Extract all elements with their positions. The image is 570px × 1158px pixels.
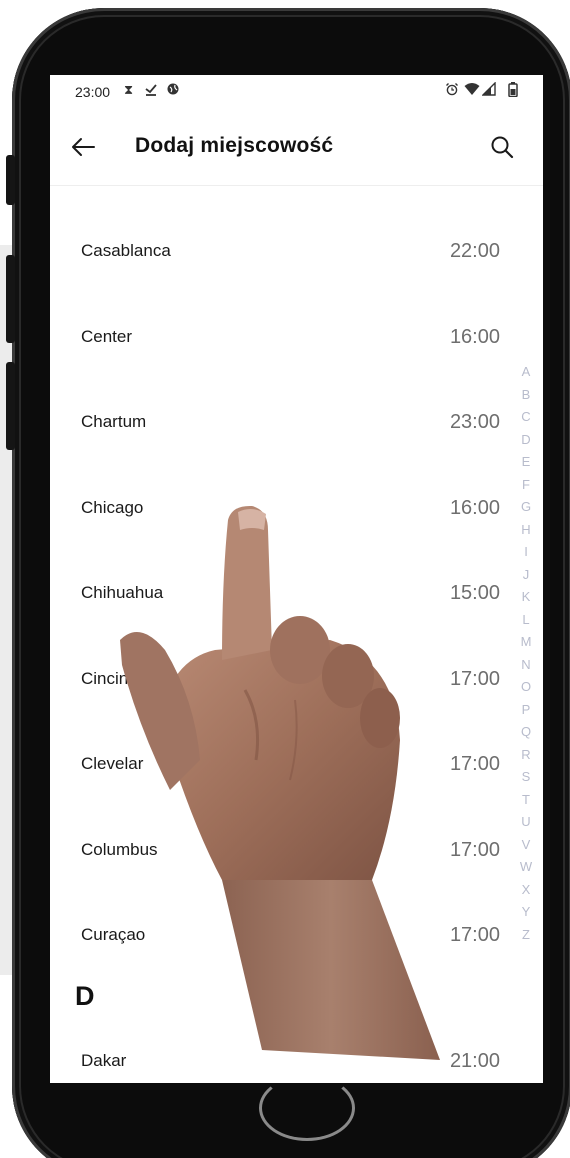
city-name: Chartum: [81, 412, 147, 431]
index-letter[interactable]: Z: [516, 924, 536, 947]
volume-up-button: [6, 255, 15, 343]
index-letter[interactable]: Y: [516, 901, 536, 924]
city-name: Chihuahua: [81, 583, 164, 602]
city-list: Casablanca 22:00 Center 16:00 Chartum 23…: [50, 75, 543, 1083]
index-letter[interactable]: V: [516, 834, 536, 857]
index-letter[interactable]: N: [516, 654, 536, 677]
list-item[interactable]: Cincinn 17:00: [50, 639, 515, 719]
index-letter[interactable]: B: [516, 384, 536, 407]
mute-switch: [6, 155, 15, 205]
status-bar: 23:00 ⧗: [50, 75, 543, 109]
download-check-icon: [144, 82, 158, 99]
city-name: Casablanca: [81, 241, 171, 260]
index-letter[interactable]: Q: [516, 721, 536, 744]
status-time: 23:00: [75, 84, 111, 100]
city-name: Clevelar: [81, 754, 144, 773]
index-letter[interactable]: J: [516, 564, 536, 587]
signal-icon: [481, 81, 496, 99]
index-letter[interactable]: I: [516, 541, 536, 564]
search-button[interactable]: [482, 129, 522, 165]
page-title: Dodaj miejscowość: [135, 134, 334, 157]
volume-down-button: [6, 362, 15, 450]
wifi-icon: [464, 82, 480, 99]
city-time: 21:00: [449, 1050, 500, 1072]
list-item[interactable]: Chartum 23:00: [50, 382, 515, 462]
city-time: 15:00: [449, 582, 500, 604]
alarm-icon: [445, 82, 459, 99]
battery-icon: [508, 82, 518, 100]
city-name: Columbus: [81, 840, 158, 859]
city-time: 16:00: [449, 326, 500, 348]
index-letter[interactable]: R: [516, 744, 536, 767]
list-item[interactable]: Curaçao 17:00: [50, 895, 515, 975]
city-time: 17:00: [449, 839, 500, 861]
index-letter[interactable]: S: [516, 766, 536, 789]
index-letter[interactable]: O: [516, 676, 536, 699]
index-letter[interactable]: E: [516, 451, 536, 474]
index-letter[interactable]: K: [516, 586, 536, 609]
city-name: Chicago: [81, 498, 144, 517]
index-letter[interactable]: F: [516, 474, 536, 497]
index-letter[interactable]: M: [516, 631, 536, 654]
index-letter[interactable]: X: [516, 879, 536, 902]
globe-icon: [166, 82, 180, 99]
list-item[interactable]: Casablanca 22:00: [50, 211, 515, 291]
list-item[interactable]: Columbus 17:00: [50, 810, 515, 890]
search-icon: [491, 136, 514, 159]
back-arrow-icon: [72, 138, 95, 156]
list-item[interactable]: Chihuahua 15:00: [50, 553, 515, 633]
index-letter[interactable]: T: [516, 789, 536, 812]
back-button[interactable]: [64, 129, 104, 165]
city-name: Dakar: [81, 1051, 127, 1070]
screen: Casablanca 22:00 Center 16:00 Chartum 23…: [50, 75, 543, 1083]
hourglass-icon: ⧗: [124, 82, 134, 97]
city-time: 16:00: [449, 497, 500, 519]
index-letter[interactable]: H: [516, 519, 536, 542]
city-time: 22:00: [449, 240, 500, 262]
list-item[interactable]: Clevelar 17:00: [50, 724, 515, 804]
list-item[interactable]: Center 16:00: [50, 297, 515, 377]
city-name: Center: [81, 327, 133, 346]
city-time: 17:00: [449, 924, 500, 946]
index-letter[interactable]: G: [516, 496, 536, 519]
index-letter[interactable]: D: [516, 429, 536, 452]
city-time: 23:00: [449, 411, 500, 433]
home-button[interactable]: [259, 1075, 355, 1141]
index-letter[interactable]: U: [516, 811, 536, 834]
index-letter[interactable]: P: [516, 699, 536, 722]
index-letter[interactable]: W: [516, 856, 536, 879]
index-letter[interactable]: A: [516, 361, 536, 384]
index-letter[interactable]: L: [516, 609, 536, 632]
section-header: D: [75, 981, 95, 1011]
city-time: 17:00: [449, 668, 500, 690]
list-item[interactable]: Chicago 16:00: [50, 468, 515, 548]
city-name: Curaçao: [81, 925, 146, 944]
stage: Casablanca 22:00 Center 16:00 Chartum 23…: [0, 0, 570, 1158]
city-time: 17:00: [449, 753, 500, 775]
alphabet-index[interactable]: ABCDEFGHIJKLMNOPQRSTUVWXYZ: [516, 361, 536, 946]
city-name: Cincinn: [81, 669, 138, 688]
app-bar: Dodaj miejscowość: [50, 109, 543, 186]
index-letter[interactable]: C: [516, 406, 536, 429]
list-item[interactable]: Dakar 21:00: [50, 1021, 515, 1083]
